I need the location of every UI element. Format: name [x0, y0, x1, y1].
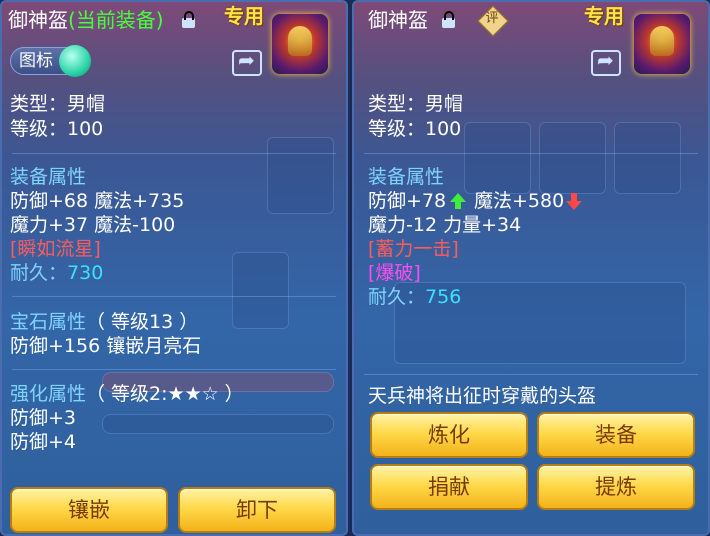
background-item-slot: [267, 137, 334, 214]
item-name: 御神盔: [8, 8, 68, 32]
refine-button[interactable]: 炼化: [370, 412, 528, 458]
durability-value: 756: [425, 286, 462, 308]
special-effect: [瞬如流星]: [10, 238, 101, 260]
donate-button[interactable]: 捐献: [370, 464, 528, 510]
icon-toggle-label: 图标: [19, 51, 53, 71]
divider: [364, 153, 698, 154]
background-item-slot: [232, 252, 289, 329]
gem-header-row: 宝石属性（ 等级13 ）: [10, 310, 198, 334]
unequip-button[interactable]: 卸下: [178, 487, 336, 533]
equipped-status: (当前装备): [68, 8, 164, 32]
gem-attributes-header: 宝石属性: [10, 311, 87, 333]
unlock-icon[interactable]: [442, 11, 455, 28]
inlay-button[interactable]: 镶嵌: [10, 487, 168, 533]
current-equipment-panel: 御神盔(当前装备) 专用 图标 类型：男帽 等级：100 装备属性 防御+68 …: [0, 0, 348, 536]
special-effect: [爆破]: [368, 262, 421, 284]
special-effect: [蓄力一击]: [368, 238, 459, 260]
background-item-slot: [464, 122, 531, 194]
background-item-slot: [539, 122, 606, 194]
enhance-header-row: 强化属性（ 等级2:★★☆ ）: [10, 382, 244, 406]
lock-icon[interactable]: [182, 11, 195, 28]
item-description: 天兵神将出征时穿戴的头盔: [368, 385, 597, 407]
attribute-line: 魔力-12 力量+34: [368, 214, 522, 236]
background-bar: [102, 414, 334, 434]
durability-label: 耐久：: [10, 262, 68, 284]
compare-equipment-panel: 御神盔 评 专用 类型：男帽 等级：100 装备属性 防御+78 魔法+580 …: [352, 0, 710, 536]
attribute-line: 魔力+37 魔法-100: [10, 214, 176, 236]
enhance-line: 防御+3: [10, 407, 77, 429]
share-icon[interactable]: [591, 48, 621, 76]
down-arrow-icon: [566, 193, 582, 210]
toggle-knob: [59, 45, 91, 77]
divider: [364, 374, 698, 375]
equip-button[interactable]: 装备: [537, 412, 695, 458]
durability-row: 耐久：730: [10, 261, 103, 285]
gem-attribute-line: 防御+156 镶嵌月亮石: [10, 335, 202, 357]
share-icon[interactable]: [232, 48, 262, 76]
enhance-level: （ 等级2:★★☆ ）: [86, 383, 244, 405]
enhance-line: 防御+4: [10, 431, 77, 453]
divider: [12, 153, 336, 154]
exclusive-label: 专用: [584, 4, 624, 28]
item-name: 御神盔: [368, 8, 428, 32]
divider: [12, 296, 336, 297]
up-arrow-icon: [450, 193, 466, 209]
background-item-slot: [614, 122, 681, 194]
attribute-line-defense: 防御+78: [368, 190, 447, 212]
helmet-icon: [272, 14, 328, 74]
attribute-line: 防御+68 魔法+735: [10, 190, 185, 212]
item-level: 等级：100: [10, 118, 104, 140]
durability-label: 耐久：: [368, 286, 426, 308]
helmet-icon: [634, 14, 690, 74]
equipment-attributes-header: 装备属性: [10, 166, 87, 188]
exclusive-label: 专用: [224, 4, 264, 28]
attribute-line-magic: 魔法+580: [474, 190, 565, 212]
item-name-row: 御神盔(当前装备): [8, 8, 164, 32]
gem-level: （ 等级13 ）: [86, 311, 199, 333]
enhance-attributes-header: 强化属性: [10, 383, 87, 405]
item-type: 类型：男帽: [10, 93, 106, 115]
rate-badge-label: 评: [485, 11, 499, 26]
extract-button[interactable]: 提炼: [537, 464, 695, 510]
durability-value: 730: [67, 262, 104, 284]
item-type: 类型：男帽: [368, 93, 464, 115]
equipment-attributes-header: 装备属性: [368, 166, 445, 188]
divider: [12, 369, 336, 370]
icon-toggle[interactable]: 图标: [10, 45, 91, 77]
item-level: 等级：100: [368, 118, 462, 140]
durability-row: 耐久：756: [368, 285, 461, 309]
